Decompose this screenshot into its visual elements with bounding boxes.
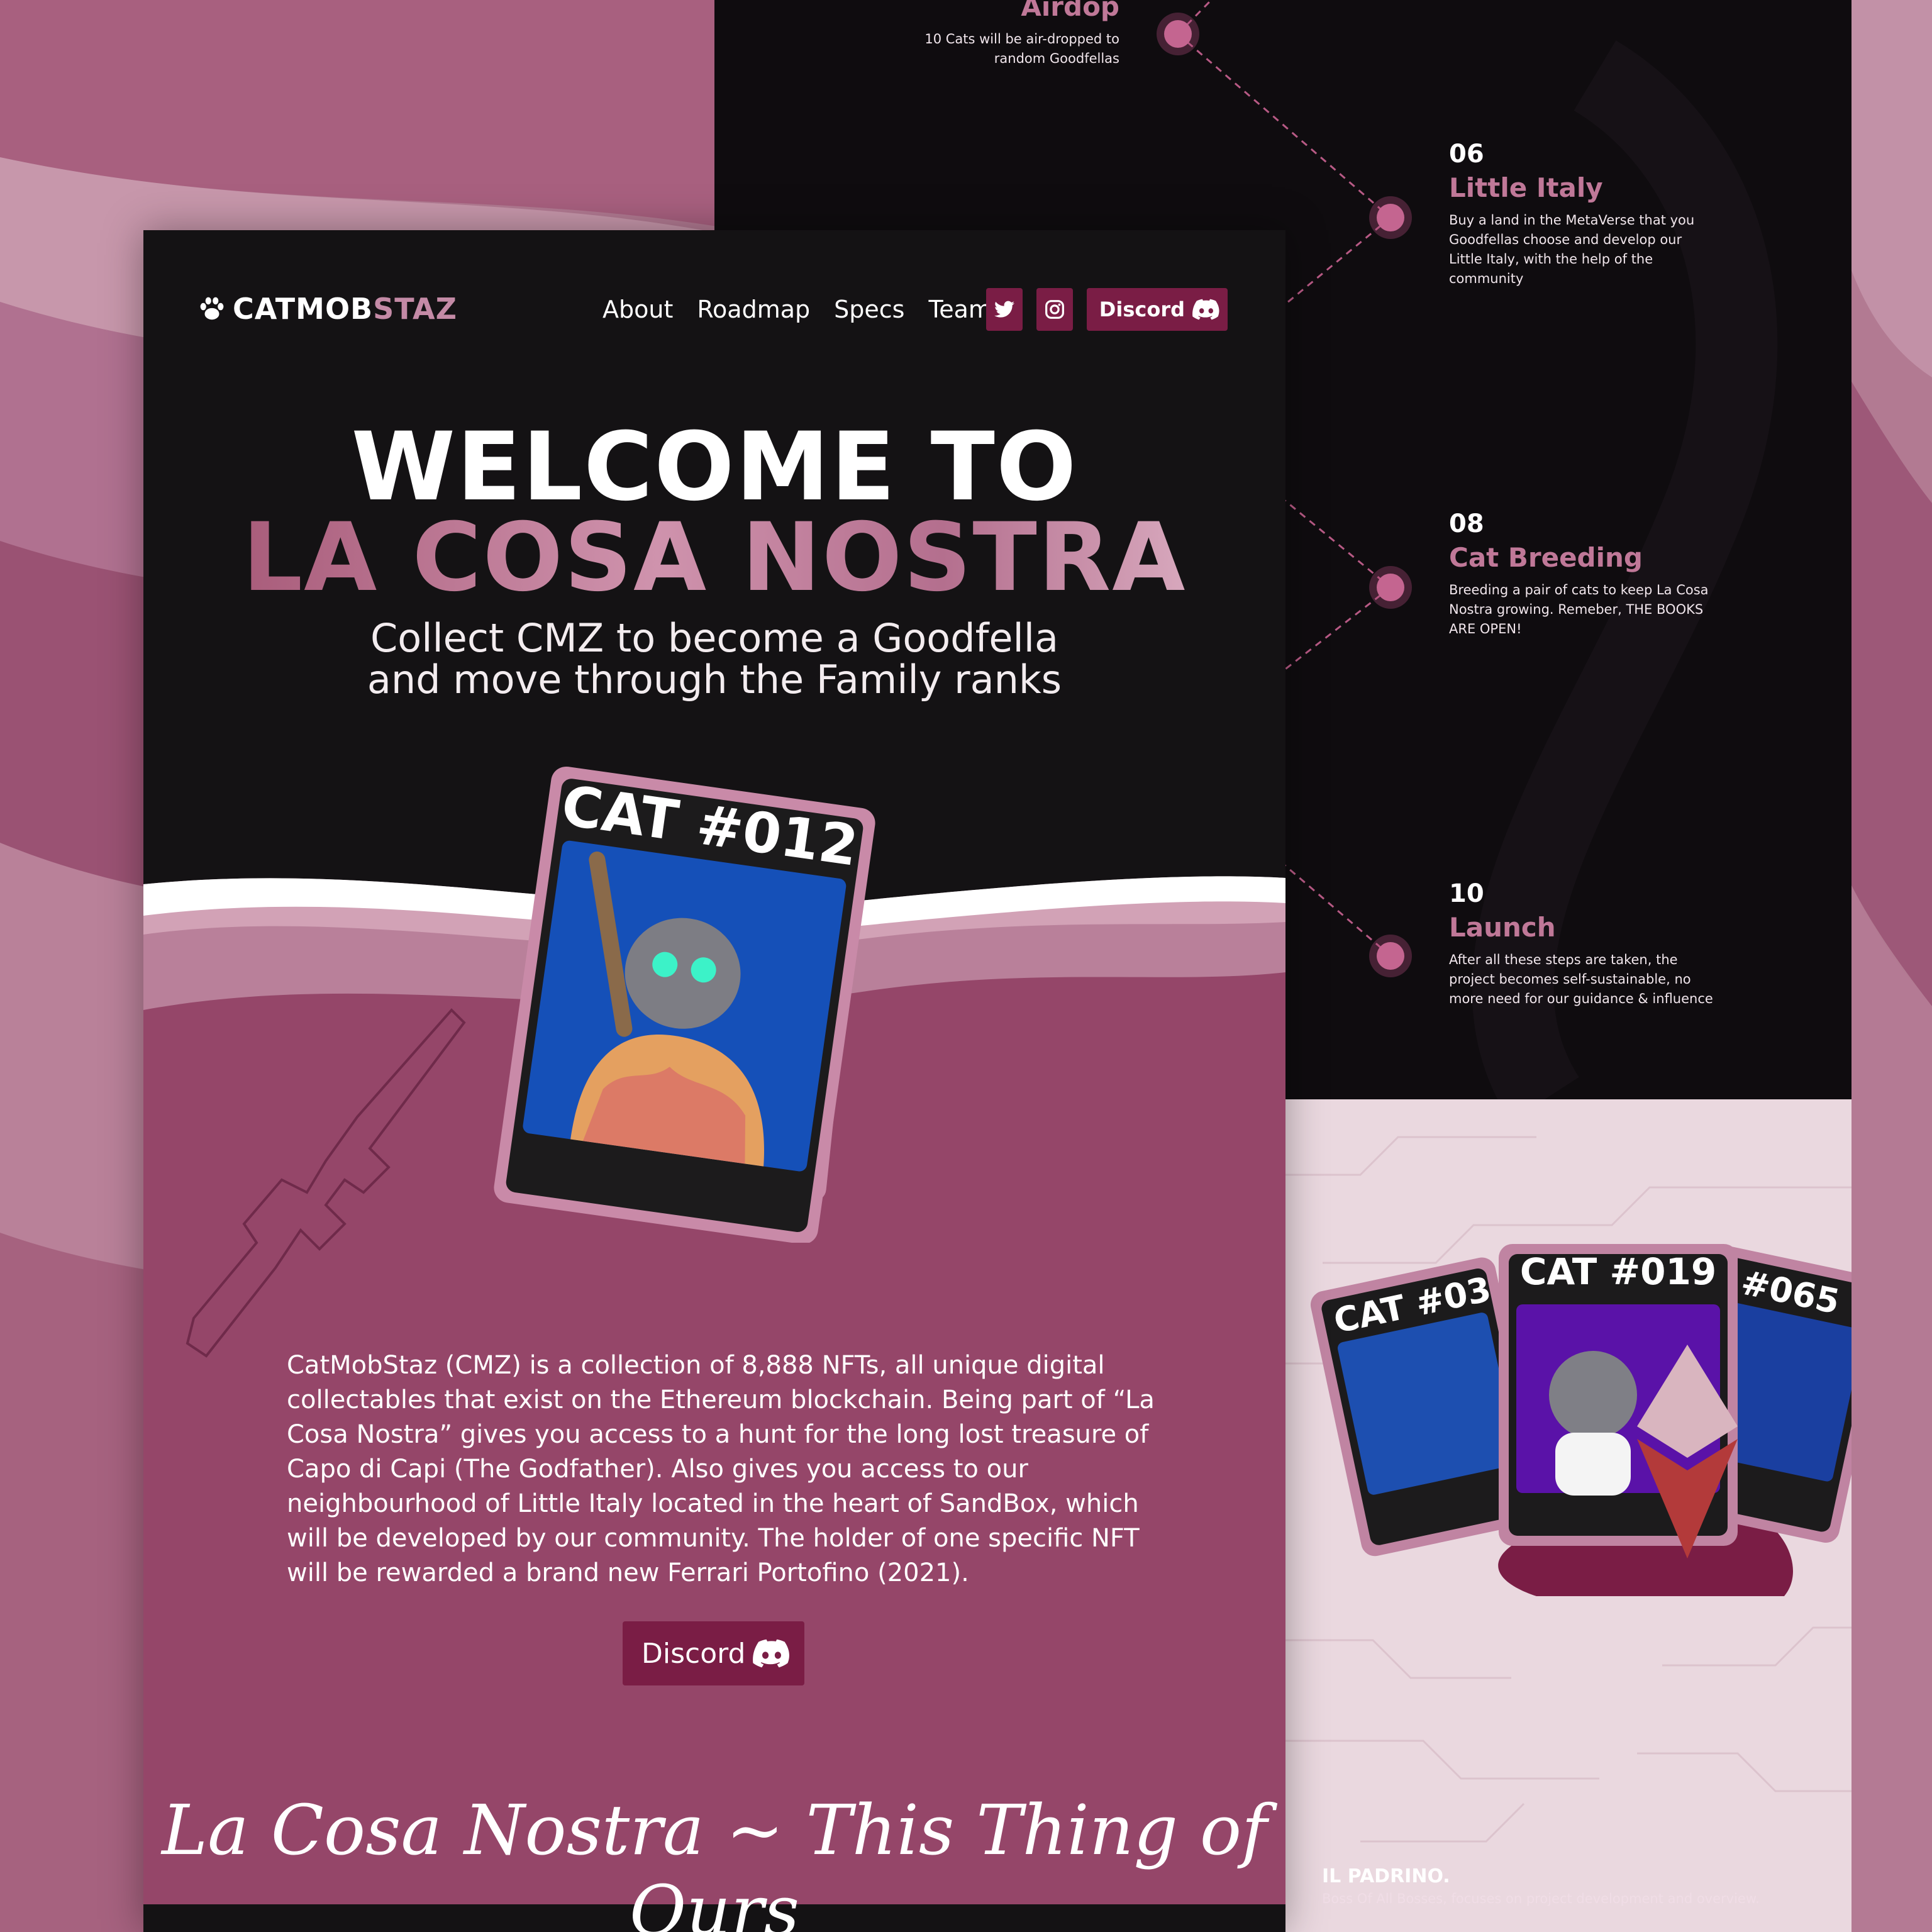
roadmap-title: Launch <box>1449 912 1556 943</box>
twitter-icon <box>994 301 1014 318</box>
discord-button-label: Discord <box>1099 297 1185 321</box>
discord-icon <box>753 1639 790 1668</box>
roadmap-text: 10 Cats will be air-dropped to random Go… <box>924 31 1119 66</box>
roadmap-title: Little Italy <box>1449 172 1603 203</box>
roadmap-number: 06 <box>1449 140 1484 169</box>
motto: La Cosa Nostra ~ This Thing of Ours <box>162 1790 1267 1932</box>
roadmap-item-airdrop: Airdop 10 Cats will be air-dropped to ra… <box>906 0 1119 69</box>
team-member-role: Boss Of All Bosses, focuses on project d… <box>1322 1891 1760 1906</box>
roadmap-number: 08 <box>1449 509 1484 538</box>
nav-link-team[interactable]: Team <box>928 296 991 323</box>
landing-page: CATMOBSTAZ About Roadmap Specs Team Disc… <box>143 230 1285 1932</box>
instagram-icon <box>1045 300 1064 319</box>
team-member: IL PADRINO. Boss Of All Bosses, focuses … <box>1322 1865 1760 1906</box>
nav-link-roadmap[interactable]: Roadmap <box>697 296 810 323</box>
nav-link-specs[interactable]: Specs <box>834 296 904 323</box>
hero-subtitle: Collect CMZ to become a Goodfella and mo… <box>143 618 1285 701</box>
about-discord-button[interactable]: Discord <box>623 1621 805 1685</box>
paw-icon <box>200 297 224 320</box>
tommy-gun-outline <box>186 1008 466 1358</box>
discord-icon <box>1192 299 1219 320</box>
roadmap-item-cat-breeding: 08 Cat Breeding Breeding a pair of cats … <box>1449 509 1713 639</box>
nft-card-stack: CAT #03 T #065 CAT #019 <box>1310 1244 1852 1596</box>
roadmap-number: 10 <box>1449 879 1484 908</box>
logo-text-part1: CATMOB <box>233 292 374 326</box>
discord-button-label: Discord <box>641 1637 746 1670</box>
hero-subtitle-line2: and move through the Family ranks <box>367 657 1062 702</box>
roadmap-title: Airdop <box>1021 0 1119 22</box>
hero-subtitle-line1: Collect CMZ to become a Goodfella <box>370 615 1058 661</box>
roadmap-title: Cat Breeding <box>1449 542 1643 573</box>
logo[interactable]: CATMOBSTAZ <box>197 292 457 326</box>
hero-title-line1: WELCOME TO <box>351 413 1078 522</box>
roadmap-text: Buy a land in the MetaVerse that you Goo… <box>1449 213 1695 286</box>
navbar: CATMOBSTAZ About Roadmap Specs Team Disc… <box>197 288 1228 331</box>
hero-nft-cards: 025 CAT #012 <box>494 766 875 1243</box>
roadmap-item-little-italy: 06 Little Italy Buy a land in the MetaVe… <box>1449 140 1713 289</box>
nav-discord-button[interactable]: Discord <box>1086 288 1228 331</box>
main-menu: About Roadmap Specs Team <box>602 296 992 323</box>
logo-text-part2: STAZ <box>373 292 458 326</box>
roadmap-text: After all these steps are taken, the pro… <box>1449 952 1713 1006</box>
roadmap-text: Breeding a pair of cats to keep La Cosa … <box>1449 582 1709 636</box>
card-label: CAT #019 <box>1520 1250 1716 1293</box>
hero-title-line2: LA COSA NOSTRA <box>143 511 1285 605</box>
logo-text: CATMOBSTAZ <box>233 292 457 326</box>
social-links: Discord <box>985 288 1228 331</box>
about-text: CatMobStaz (CMZ) is a collection of 8,88… <box>287 1351 1155 1587</box>
nav-link-about[interactable]: About <box>602 296 673 323</box>
twitter-button[interactable] <box>985 288 1023 331</box>
roadmap-item-launch: 10 Launch After all these steps are take… <box>1449 879 1713 1009</box>
instagram-button[interactable] <box>1036 288 1073 331</box>
specs-panel: CAT #03 T #065 CAT #019 <box>1285 1099 1852 1932</box>
team-member-name: IL PADRINO. <box>1322 1865 1450 1887</box>
